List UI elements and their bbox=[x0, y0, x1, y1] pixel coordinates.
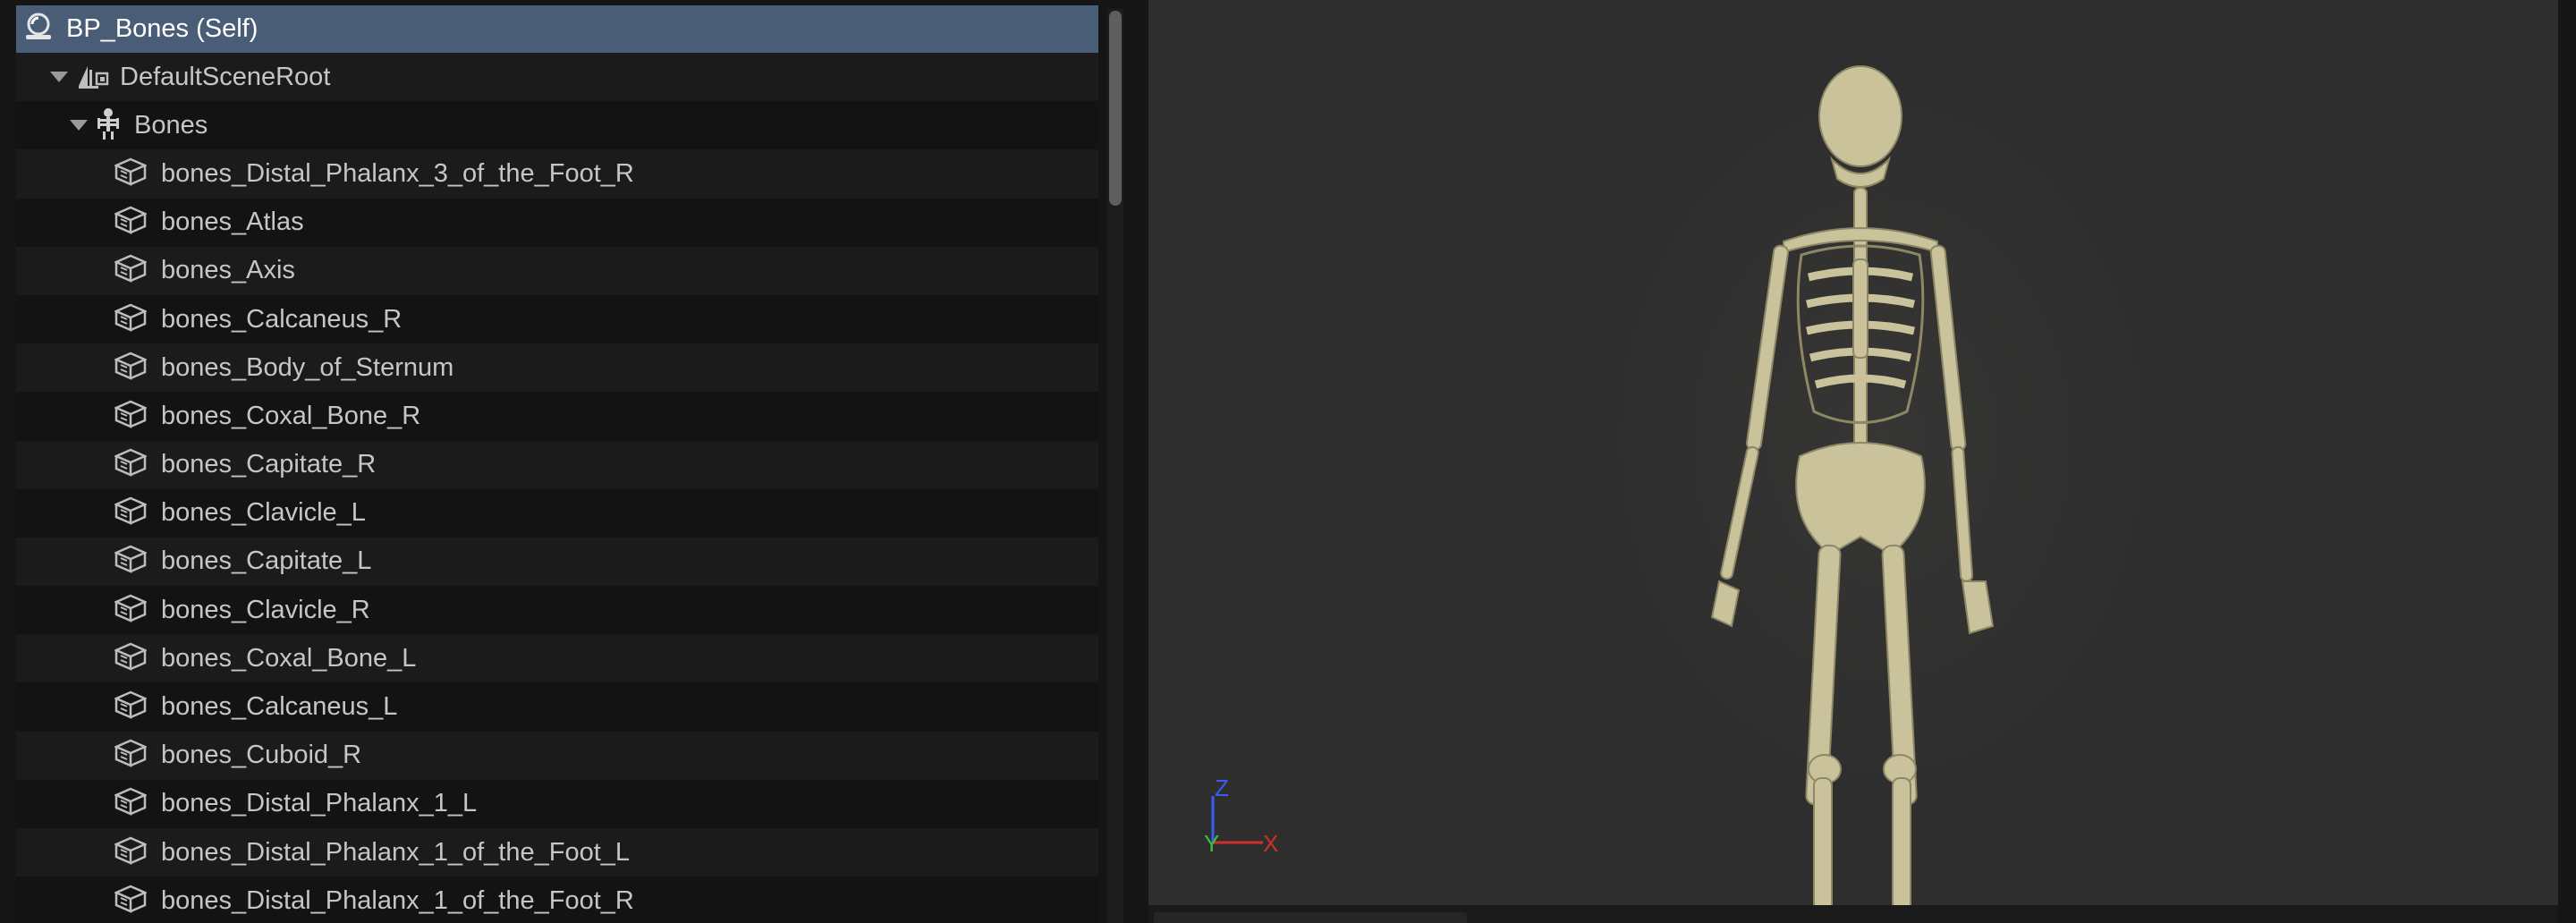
component-tree: BP_Bones (Self) DefaultSceneRoot Bones b… bbox=[16, 5, 1098, 923]
tree-row-label: bones_Calcaneus_R bbox=[161, 304, 402, 334]
tree-row-label: BP_Bones (Self) bbox=[66, 14, 258, 43]
tree-row-bone[interactable]: bones_Distal_Phalanx_3_of_the_Foot_R bbox=[16, 149, 1098, 199]
tree-row-label: DefaultSceneRoot bbox=[120, 62, 331, 91]
tree-row-bone[interactable]: bones_Body_of_Sternum bbox=[16, 343, 1098, 393]
tree-row-root[interactable]: BP_Bones (Self) bbox=[16, 5, 1098, 53]
tree-row-label: bones_Distal_Phalanx_1_L bbox=[161, 789, 478, 818]
axis-gizmo: Z Y X bbox=[1204, 776, 1278, 857]
static-mesh-icon bbox=[113, 303, 148, 336]
static-mesh-icon bbox=[113, 206, 148, 239]
static-mesh-icon bbox=[113, 690, 148, 724]
tree-row-bone[interactable]: bones_Atlas bbox=[16, 198, 1098, 247]
static-mesh-icon bbox=[113, 836, 148, 869]
static-mesh-icon bbox=[113, 400, 148, 433]
tree-row-label: bones_Coxal_Bone_R bbox=[161, 401, 421, 430]
tree-row-bone[interactable]: bones_Coxal_Bone_R bbox=[16, 392, 1098, 441]
tree-row-label: bones_Clavicle_L bbox=[161, 498, 366, 528]
scrollbar[interactable] bbox=[1107, 9, 1123, 923]
tree-row-label: bones_Atlas bbox=[161, 207, 304, 237]
tree-row-label: Bones bbox=[134, 110, 208, 140]
static-mesh-icon bbox=[113, 594, 148, 627]
scrollbar-thumb[interactable] bbox=[1109, 11, 1122, 206]
tree-row-bone[interactable]: bones_Calcaneus_R bbox=[16, 294, 1098, 344]
static-mesh-icon bbox=[113, 545, 148, 578]
tree-row-bone[interactable]: bones_Clavicle_L bbox=[16, 488, 1098, 538]
static-mesh-icon bbox=[113, 351, 148, 385]
tree-row-label: bones_Coxal_Bone_L bbox=[161, 643, 417, 673]
tree-row-label: bones_Distal_Phalanx_1_of_the_Foot_L bbox=[161, 837, 631, 867]
static-mesh-icon bbox=[113, 496, 148, 529]
tree-row-label: bones_Axis bbox=[161, 256, 295, 285]
tree-row-label: bones_Capitate_R bbox=[161, 450, 377, 479]
skeleton-mesh bbox=[1710, 65, 1995, 905]
tree-row-label: bones_Body_of_Sternum bbox=[161, 352, 454, 382]
static-mesh-icon bbox=[113, 448, 148, 481]
collapse-arrow-icon[interactable] bbox=[70, 120, 88, 131]
axis-y-label: Y bbox=[1204, 830, 1219, 857]
skeletal-mesh-icon bbox=[95, 107, 122, 144]
axis-x-label: X bbox=[1263, 830, 1278, 857]
tree-row-bone[interactable]: bones_Distal_Phalanx_1_of_the_Foot_R bbox=[16, 876, 1098, 923]
static-mesh-icon bbox=[113, 254, 148, 287]
static-mesh-icon bbox=[113, 157, 148, 191]
tree-row-bone[interactable]: bones_Coxal_Bone_L bbox=[16, 634, 1098, 683]
tree-row-bone[interactable]: bones_Capitate_R bbox=[16, 440, 1098, 489]
tree-row-bone[interactable]: bones_Distal_Phalanx_1_of_the_Foot_L bbox=[16, 828, 1098, 877]
tree-row-bone[interactable]: bones_Calcaneus_L bbox=[16, 682, 1098, 732]
tree-row-bone[interactable]: bones_Clavicle_R bbox=[16, 586, 1098, 635]
tree-row-label: bones_Distal_Phalanx_1_of_the_Foot_R bbox=[161, 885, 634, 915]
tree-row-label: bones_Capitate_L bbox=[161, 546, 372, 576]
scene-component-icon bbox=[75, 61, 109, 94]
viewport[interactable]: Z Y X bbox=[1148, 0, 2558, 905]
tree-row-label: bones_Clavicle_R bbox=[161, 595, 370, 624]
tree-row-label: bones_Distal_Phalanx_3_of_the_Foot_R bbox=[161, 158, 634, 188]
axis-z-label: Z bbox=[1215, 776, 1229, 801]
blueprint-self-icon bbox=[23, 13, 54, 46]
tree-row-bones[interactable]: Bones bbox=[16, 101, 1098, 150]
tree-row-bone[interactable]: bones_Capitate_L bbox=[16, 537, 1098, 587]
static-mesh-icon bbox=[113, 787, 148, 820]
static-mesh-icon bbox=[113, 739, 148, 772]
tree-row-bone[interactable]: bones_Axis bbox=[16, 246, 1098, 295]
panel-splitter[interactable] bbox=[1134, 0, 1147, 923]
static-mesh-icon bbox=[113, 642, 148, 675]
viewport-tab[interactable] bbox=[1154, 912, 1467, 923]
tree-row-bone[interactable]: bones_Distal_Phalanx_1_L bbox=[16, 779, 1098, 828]
tree-row-label: bones_Cuboid_R bbox=[161, 741, 362, 770]
tree-row-bone[interactable]: bones_Cuboid_R bbox=[16, 731, 1098, 780]
tree-row-label: bones_Calcaneus_L bbox=[161, 692, 398, 722]
components-panel: BP_Bones (Self) DefaultSceneRoot Bones b… bbox=[0, 0, 1134, 923]
tree-row-scene-root[interactable]: DefaultSceneRoot bbox=[16, 53, 1098, 102]
static-mesh-icon bbox=[113, 885, 148, 918]
collapse-arrow-icon[interactable] bbox=[50, 72, 68, 83]
